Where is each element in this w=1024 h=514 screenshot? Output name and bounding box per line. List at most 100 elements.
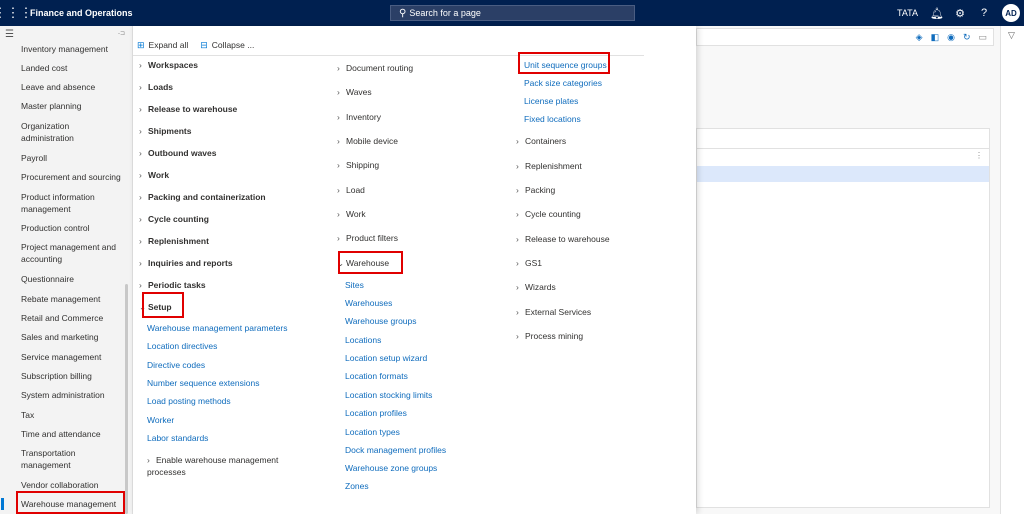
menu-group[interactable]: › Inquiries and reports — [139, 257, 233, 269]
gear-icon[interactable]: ⚙ — [954, 7, 966, 20]
hamburger-icon[interactable]: ☰ — [5, 29, 14, 40]
menu-group[interactable]: › Shipments — [139, 125, 191, 137]
menu-link[interactable]: Location directives — [147, 340, 217, 352]
nav-item[interactable]: Subscription billing — [21, 370, 121, 382]
search-box[interactable]: ⚲ Search for a page — [390, 5, 635, 21]
menu-group[interactable]: › Process mining — [516, 330, 583, 342]
menu-group[interactable]: › Containers — [516, 135, 566, 147]
menu-group[interactable]: › Replenishment — [139, 235, 209, 247]
diamond-icon[interactable]: ◈ — [916, 32, 923, 43]
menu-group[interactable]: › Cycle counting — [516, 208, 581, 220]
menu-group[interactable]: › Workspaces — [139, 59, 198, 71]
nav-item[interactable]: Retail and Commerce — [21, 312, 121, 324]
menu-link[interactable]: Sites — [345, 279, 364, 291]
menu-group[interactable]: › Shipping — [337, 159, 379, 171]
menu-group[interactable]: › Waves — [337, 86, 372, 98]
menu-group[interactable]: › Mobile device — [337, 135, 398, 147]
nav-item[interactable]: Questionnaire — [21, 273, 121, 285]
menu-group[interactable]: › Replenishment — [516, 160, 582, 172]
menu-group[interactable]: › External Services — [516, 306, 591, 318]
nav-item[interactable]: Payroll — [21, 152, 121, 164]
nav-item[interactable]: Sales and marketing — [21, 331, 121, 343]
nav-item[interactable]: Product information management — [21, 191, 121, 215]
menu-group[interactable]: › Product filters — [337, 232, 398, 244]
menu-group[interactable]: › Enable warehouse management processes — [147, 454, 287, 478]
menu-group[interactable]: › Packing and containerization — [139, 191, 266, 203]
menu-link[interactable]: Pack size categories — [524, 77, 602, 89]
nav-item[interactable]: Leave and absence — [21, 81, 121, 93]
filter-icon[interactable]: ▽ — [1008, 30, 1015, 41]
menu-group[interactable]: › Packing — [516, 184, 555, 196]
nav-item[interactable]: Production control — [21, 222, 121, 234]
nav-item[interactable]: System administration — [21, 389, 121, 401]
menu-link[interactable]: Load posting methods — [147, 395, 231, 407]
menu-link[interactable]: Location setup wizard — [345, 352, 427, 364]
pin-icon[interactable]: -⊐ — [118, 30, 125, 37]
menu-link[interactable]: Warehouse zone groups — [345, 462, 437, 474]
module-menu: ⊞ Expand all ⊟ Collapse ... › Workspaces … — [133, 26, 696, 514]
menu-group[interactable]: › Cycle counting — [139, 213, 209, 225]
menu-link[interactable]: Worker — [147, 414, 174, 426]
menu-link[interactable]: Fixed locations — [524, 113, 581, 125]
menu-link[interactable]: Number sequence extensions — [147, 377, 259, 389]
expand-icon: ⊞ — [137, 39, 145, 50]
nav-item[interactable]: Landed cost — [21, 62, 121, 74]
nav-item[interactable]: Tax — [21, 409, 121, 421]
menu-link[interactable]: Zones — [345, 480, 369, 492]
menu-group[interactable]: › Work — [337, 208, 366, 220]
nav-item[interactable]: Inventory management — [21, 43, 121, 55]
nav-item[interactable]: Vendor collaboration — [21, 479, 121, 491]
nav-item[interactable]: Transportation management — [21, 447, 121, 471]
chevron-right-icon: › — [337, 87, 340, 97]
nav-item[interactable]: Rebate management — [21, 293, 121, 305]
popout-icon[interactable]: ▭ — [978, 32, 987, 43]
app-launcher-icon[interactable]: ⋮⋮⋮ — [0, 0, 33, 26]
chevron-right-icon: › — [337, 112, 340, 122]
menu-link[interactable]: Location stocking limits — [345, 389, 432, 401]
menu-group[interactable]: › Wizards — [516, 281, 556, 293]
menu-link[interactable]: Warehouses — [345, 297, 392, 309]
menu-group[interactable]: › Work — [139, 169, 169, 181]
bell-icon[interactable]: 🔔︎ — [930, 7, 944, 20]
menu-group[interactable]: › Load — [337, 184, 365, 196]
menu-link[interactable]: Location profiles — [345, 407, 407, 419]
menu-link[interactable]: Locations — [345, 334, 381, 346]
attachment-icon[interactable]: ◉ — [947, 32, 955, 43]
menu-link[interactable]: License plates — [524, 95, 578, 107]
menu-link[interactable]: Warehouse groups — [345, 315, 417, 327]
menu-group[interactable]: › Periodic tasks — [139, 279, 206, 291]
collapse-label: Collapse ... — [211, 40, 255, 50]
menu-link[interactable]: Directive codes — [147, 359, 205, 371]
menu-group[interactable]: › Outbound waves — [139, 147, 216, 159]
more-options-icon[interactable]: ⋮ — [975, 151, 983, 160]
top-bar: ⋮⋮⋮ Finance and Operations ⚲ Search for … — [0, 0, 1024, 26]
menu-group[interactable]: › Release to warehouse — [516, 233, 610, 245]
chevron-right-icon: › — [516, 161, 519, 171]
menu-link[interactable]: Warehouse management parameters — [147, 322, 287, 334]
nav-item[interactable]: Project management and accounting — [21, 241, 121, 265]
selected-grid-row[interactable] — [697, 166, 989, 182]
menu-link[interactable]: Labor standards — [147, 432, 208, 444]
menu-group[interactable]: › Release to warehouse — [139, 103, 237, 115]
nav-item[interactable]: Service management — [21, 351, 121, 363]
collapse-button[interactable]: ⊟ Collapse ... — [200, 40, 254, 51]
office-icon[interactable]: ◧ — [931, 32, 940, 43]
app-title[interactable]: Finance and Operations — [30, 8, 133, 18]
nav-item[interactable]: Master planning — [21, 100, 121, 112]
menu-group[interactable]: › Loads — [139, 81, 173, 93]
help-icon[interactable]: ? — [978, 7, 990, 19]
menu-group[interactable]: › GS1 — [516, 257, 542, 269]
menu-link[interactable]: Location types — [345, 426, 400, 438]
expand-all-button[interactable]: ⊞ Expand all — [137, 40, 188, 51]
nav-item[interactable]: Organization administration — [21, 120, 121, 144]
nav-scrollbar[interactable] — [125, 284, 128, 514]
menu-link[interactable]: Dock management profiles — [345, 444, 446, 456]
company-picker[interactable]: TATA — [897, 8, 918, 18]
refresh-icon[interactable]: ↻ — [963, 32, 971, 43]
avatar[interactable]: AD — [1002, 4, 1020, 22]
menu-group[interactable]: › Document routing — [337, 62, 413, 74]
nav-item[interactable]: Time and attendance — [21, 428, 121, 440]
menu-link[interactable]: Location formats — [345, 370, 408, 382]
menu-group[interactable]: › Inventory — [337, 111, 381, 123]
nav-item[interactable]: Procurement and sourcing — [21, 171, 121, 183]
